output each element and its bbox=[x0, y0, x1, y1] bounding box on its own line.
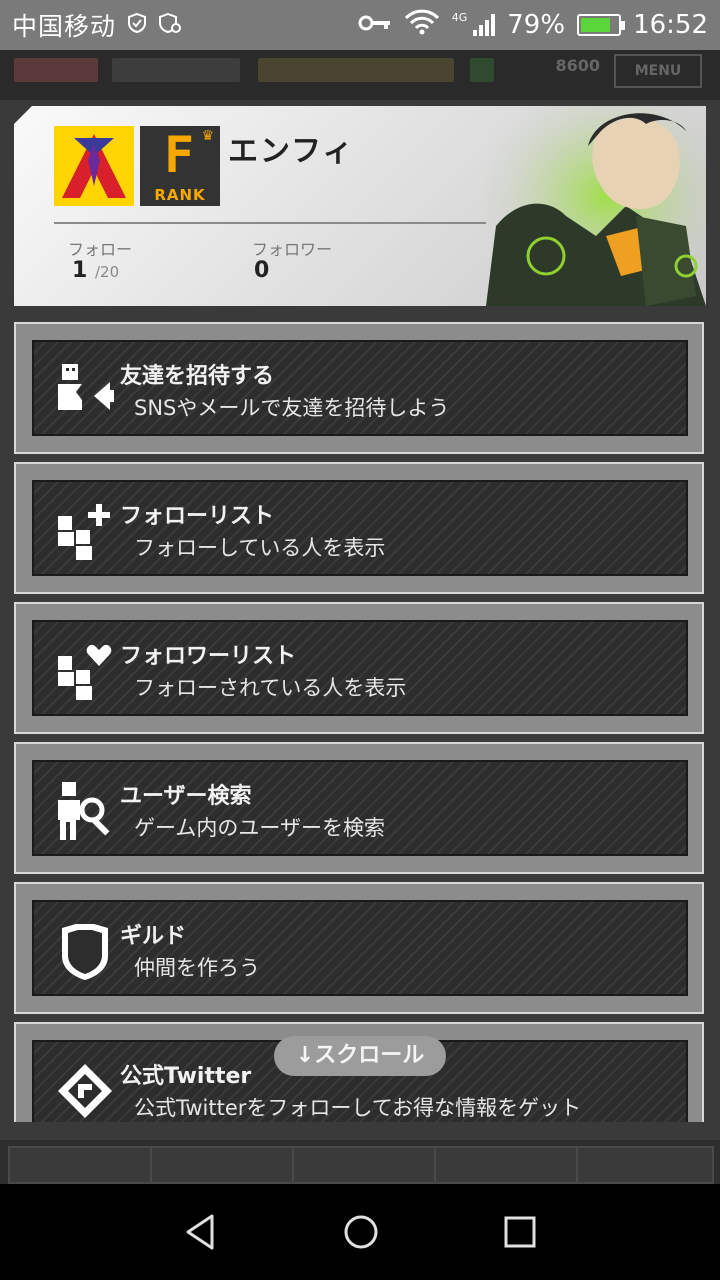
game-tab bbox=[150, 1146, 300, 1184]
menu-item-follow-list[interactable]: フォローリスト フォローしている人を表示 bbox=[14, 462, 704, 594]
game-tab bbox=[8, 1146, 158, 1184]
profile-divider bbox=[54, 222, 486, 224]
menu-button[interactable]: MENU bbox=[614, 54, 702, 88]
twitter-icon bbox=[54, 1060, 116, 1122]
menu-item-desc: フォローされている人を表示 bbox=[134, 676, 407, 700]
follower-count: 0 bbox=[254, 258, 270, 283]
menu-item-title: 公式Twitter bbox=[120, 1064, 252, 1089]
menu-item-follower-list[interactable]: フォロワーリスト フォローされている人を表示 bbox=[14, 602, 704, 734]
menu-item-panel: ギルド 仲間を作ろう bbox=[32, 900, 688, 996]
shield-check-icon bbox=[126, 12, 148, 39]
user-search-icon bbox=[54, 780, 116, 842]
battery-icon bbox=[577, 14, 626, 36]
game-emblem-chip bbox=[14, 58, 98, 82]
scroll-hint[interactable]: ↓スクロール bbox=[274, 1036, 446, 1076]
wifi-icon bbox=[404, 9, 440, 42]
invite-friend-icon bbox=[54, 360, 116, 422]
follow-label: フォロー bbox=[68, 240, 133, 259]
profile-card: ♛ F RANK エンフィ フォロー 1 /20 フォロワー 0 bbox=[14, 106, 706, 306]
social-menu-list: 友達を招待する SNSやメールで友達を招待しよう フォローリスト フォローしてい… bbox=[14, 322, 706, 1122]
follow-max: /20 bbox=[94, 263, 120, 281]
recents-icon[interactable] bbox=[498, 1210, 542, 1254]
home-icon[interactable] bbox=[339, 1210, 383, 1254]
menu-item-desc: SNSやメールで友達を招待しよう bbox=[134, 396, 450, 420]
menu-item-title: 友達を招待する bbox=[120, 364, 275, 389]
signal-icon bbox=[473, 14, 496, 36]
carrier-name: 中国移动 bbox=[12, 12, 117, 41]
game-level-chip bbox=[470, 58, 494, 82]
menu-item-desc: フォローしている人を表示 bbox=[134, 536, 386, 560]
game-tab bbox=[576, 1146, 714, 1184]
system-nav-bar bbox=[0, 1184, 720, 1280]
game-score: 8600 bbox=[555, 56, 600, 75]
menu-item-title: フォローリスト bbox=[120, 504, 275, 529]
menu-item-desc: ゲーム内のユーザーを検索 bbox=[134, 816, 385, 840]
follow-count-value: 1 bbox=[72, 258, 88, 283]
character-portrait bbox=[486, 106, 706, 306]
battery-percent: 79% bbox=[507, 10, 566, 40]
game-header: 8600 MENU bbox=[0, 50, 720, 100]
game-bottom-tabs bbox=[0, 1140, 720, 1184]
guild-shield-icon bbox=[54, 920, 116, 982]
menu-item-invite-friends[interactable]: 友達を招待する SNSやメールで友達を招待しよう bbox=[14, 322, 704, 454]
follow-count: 1 /20 bbox=[72, 258, 119, 283]
follow-list-icon bbox=[54, 500, 116, 562]
menu-item-title: ギルド bbox=[120, 924, 187, 949]
player-name: エンフィ bbox=[228, 134, 355, 169]
menu-item-panel: ユーザー検索 ゲーム内のユーザーを検索 bbox=[32, 760, 688, 856]
vpn-key-icon bbox=[358, 10, 392, 40]
rank-label: RANK bbox=[154, 186, 206, 204]
follower-label: フォロワー bbox=[252, 240, 333, 259]
shield-settings-icon bbox=[158, 12, 182, 39]
clock: 16:52 bbox=[633, 10, 708, 40]
menu-item-user-search[interactable]: ユーザー検索 ゲーム内のユーザーを検索 bbox=[14, 742, 704, 874]
menu-item-title: フォロワーリスト bbox=[120, 644, 297, 669]
network-type: 4G bbox=[451, 10, 468, 24]
menu-item-panel: 友達を招待する SNSやメールで友達を招待しよう bbox=[32, 340, 688, 436]
team-emblem-icon bbox=[54, 126, 134, 206]
status-bar: 中国移动 4G 79% 16:52 bbox=[0, 0, 720, 50]
menu-item-guild[interactable]: ギルド 仲間を作ろう bbox=[14, 882, 704, 1014]
game-rank-chip bbox=[258, 58, 454, 82]
menu-item-panel: フォローリスト フォローしている人を表示 bbox=[32, 480, 688, 576]
menu-item-desc: 公式Twitterをフォローしてお得な情報をゲット bbox=[134, 1096, 582, 1120]
rank-badge: ♛ F RANK bbox=[140, 126, 220, 206]
game-name-chip bbox=[112, 58, 240, 82]
follower-list-icon bbox=[54, 640, 116, 702]
battery-fill bbox=[581, 18, 610, 32]
menu-item-title: ユーザー検索 bbox=[120, 784, 252, 809]
game-tab bbox=[434, 1146, 584, 1184]
game-tab bbox=[292, 1146, 442, 1184]
back-icon[interactable] bbox=[180, 1210, 224, 1254]
menu-item-desc: 仲間を作ろう bbox=[134, 956, 260, 980]
menu-item-panel: フォロワーリスト フォローされている人を表示 bbox=[32, 620, 688, 716]
rank-letter: F bbox=[163, 126, 195, 184]
